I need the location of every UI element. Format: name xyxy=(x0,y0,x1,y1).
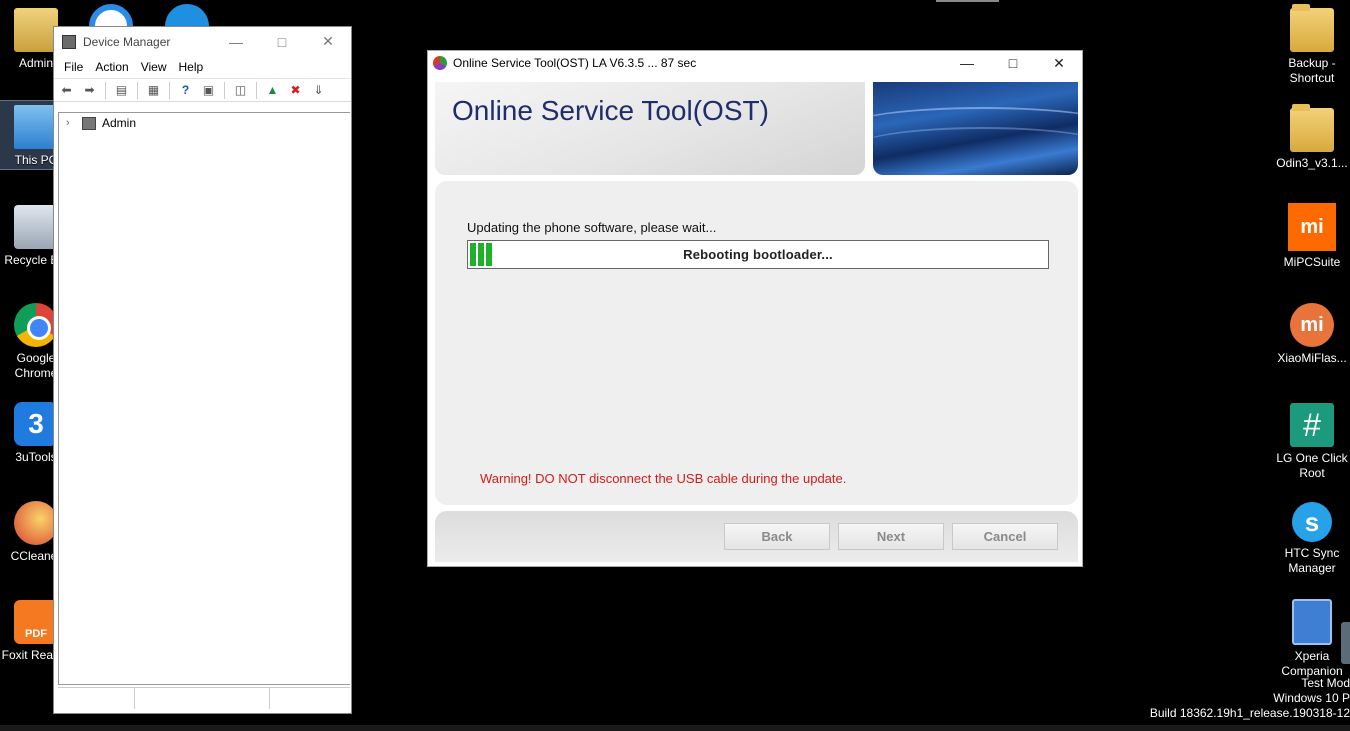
xperia-icon xyxy=(1292,599,1332,645)
toolbar-separator xyxy=(105,81,106,99)
chrome-icon xyxy=(14,303,58,347)
device-manager-toolbar: ⬅ ➡ ▤ ▦ ? ▣ ◫ ▲ ✖ ⇓ xyxy=(54,78,351,102)
back-button[interactable]: Back xyxy=(724,523,830,550)
menu-action[interactable]: Action xyxy=(89,60,134,74)
close-button[interactable]: ✕ xyxy=(1036,51,1082,75)
mi-flash-icon: mi xyxy=(1290,303,1334,347)
uninstall-device-icon[interactable]: ✖ xyxy=(286,82,305,99)
desktop-icon-backup-shortcut[interactable]: Backup - Shortcut xyxy=(1274,4,1350,86)
device-manager-titlebar[interactable]: Device Manager — □ ✕ xyxy=(54,27,351,56)
watermark-line: Test Mod xyxy=(1301,676,1350,690)
device-tree: › Admin xyxy=(58,112,350,685)
ost-window: Online Service Tool(OST) LA V6.3.5 ... 8… xyxy=(427,50,1083,567)
desktop-icon-odin[interactable]: Odin3_v3.1... xyxy=(1274,104,1350,171)
desktop-icon-mipcsuite[interactable]: mi MiPCSuite xyxy=(1274,203,1350,270)
status-text: Updating the phone software, please wait… xyxy=(467,220,717,235)
ost-header-panel: Online Service Tool(OST) xyxy=(435,82,865,175)
hash-icon: # xyxy=(1290,403,1334,447)
ost-content-panel: Updating the phone software, please wait… xyxy=(435,181,1078,505)
menu-help[interactable]: Help xyxy=(173,60,210,74)
foxit-reader-icon: PDF xyxy=(14,600,58,644)
device-manager-statusbar xyxy=(58,687,350,709)
desktop-icon-lg-one-click-root[interactable]: # LG One Click Root xyxy=(1274,403,1350,481)
minimize-button[interactable]: — xyxy=(944,51,990,75)
progress-bar: Rebooting bootloader... xyxy=(467,240,1049,269)
desktop-icon-xiaomiflash[interactable]: mi XiaoMiFlas... xyxy=(1274,303,1350,366)
ost-app-icon xyxy=(433,56,447,70)
status-pane xyxy=(135,688,270,709)
3utools-icon: 3 xyxy=(14,402,58,446)
back-arrow-icon[interactable]: ⬅ xyxy=(57,82,76,99)
computer-icon xyxy=(82,116,96,130)
chevron-right-icon[interactable]: › xyxy=(66,117,78,129)
side-panel-tab[interactable] xyxy=(1341,622,1350,664)
user-folder-icon xyxy=(14,8,58,52)
top-edge-strip xyxy=(936,0,999,2)
tree-node-label: Admin xyxy=(102,116,137,130)
update-driver-icon[interactable]: ▲ xyxy=(263,82,282,99)
toolbar-separator xyxy=(256,81,257,99)
status-pane xyxy=(58,688,135,709)
properties-icon[interactable]: ▦ xyxy=(144,82,163,99)
device-manager-menubar: File Action View Help xyxy=(54,56,351,78)
minimize-button[interactable]: — xyxy=(213,27,259,56)
cancel-button[interactable]: Cancel xyxy=(952,523,1058,550)
next-button[interactable]: Next xyxy=(838,523,944,550)
maximize-button[interactable]: □ xyxy=(990,51,1036,75)
menu-view[interactable]: View xyxy=(135,60,173,74)
warning-text: Warning! DO NOT disconnect the USB cable… xyxy=(480,471,847,486)
show-hide-tree-icon[interactable]: ▤ xyxy=(112,82,131,99)
watermark-line: Build 18362.19h1_release.190318-12 xyxy=(1149,706,1350,720)
tree-node-admin[interactable]: › Admin xyxy=(66,116,350,130)
mi-icon: mi xyxy=(1288,203,1336,251)
disable-device-icon[interactable]: ⇓ xyxy=(309,82,328,99)
ost-titlebar[interactable]: Online Service Tool(OST) LA V6.3.5 ... 8… xyxy=(428,51,1082,75)
ost-window-title: Online Service Tool(OST) LA V6.3.5 ... 8… xyxy=(453,56,697,70)
ost-header-title: Online Service Tool(OST) xyxy=(452,95,769,126)
toolbar-separator xyxy=(224,81,225,99)
help-icon[interactable]: ? xyxy=(176,82,195,99)
folder-icon xyxy=(1290,4,1334,52)
progress-text: Rebooting bootloader... xyxy=(683,247,833,262)
odin-folder-icon xyxy=(1290,104,1334,152)
toolbar-separator xyxy=(137,81,138,99)
action-pane-icon[interactable]: ▣ xyxy=(199,82,218,99)
taskbar xyxy=(0,725,1350,731)
device-manager-title: Device Manager xyxy=(83,34,171,49)
ost-button-bar: Back Next Cancel xyxy=(435,511,1078,562)
device-manager-window: Device Manager — □ ✕ File Action View He… xyxy=(53,26,352,714)
menu-file[interactable]: File xyxy=(58,60,89,74)
windows-watermark: Test Mod Windows 10 P Build 18362.19h1_r… xyxy=(1150,676,1350,721)
forward-arrow-icon[interactable]: ➡ xyxy=(80,82,99,99)
desktop-icon-htc-sync[interactable]: s HTC Sync Manager xyxy=(1274,502,1350,576)
watermark-line: Windows 10 P xyxy=(1273,691,1350,705)
this-pc-icon xyxy=(14,105,58,149)
desktop-icon-xperia[interactable]: Xperia Companion xyxy=(1274,599,1350,679)
device-manager-icon xyxy=(62,34,76,49)
ost-banner-image xyxy=(873,82,1078,175)
close-button[interactable]: ✕ xyxy=(305,27,351,56)
recycle-bin-icon xyxy=(14,205,58,249)
toolbar-separator xyxy=(169,81,170,99)
maximize-button[interactable]: □ xyxy=(259,27,305,56)
ccleaner-icon xyxy=(14,501,58,545)
status-pane xyxy=(270,688,350,709)
scan-hardware-icon[interactable]: ◫ xyxy=(231,82,250,99)
htc-sync-icon: s xyxy=(1292,502,1332,542)
